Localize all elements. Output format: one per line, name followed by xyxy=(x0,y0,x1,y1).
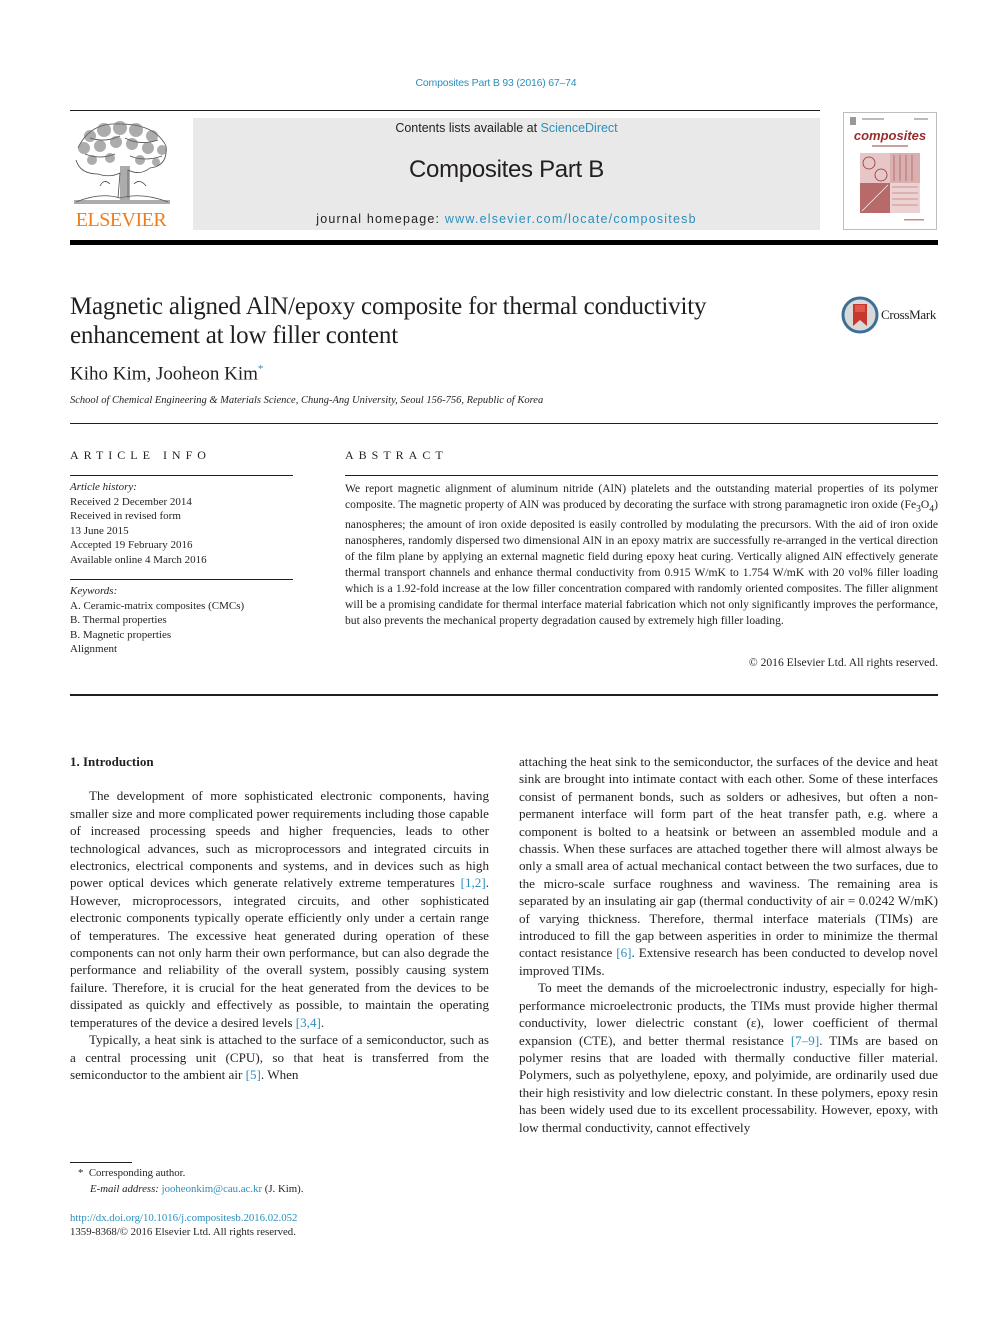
masthead-thick-rule xyxy=(70,240,938,245)
elsevier-logo[interactable]: ELSEVIER xyxy=(70,118,172,231)
journal-title: Composites Part B xyxy=(409,156,604,183)
email-link[interactable]: jooheonkim@cau.ac.kr xyxy=(162,1183,262,1195)
journal-cover-thumbnail[interactable]: composites xyxy=(843,112,937,230)
keyword-item: B. Thermal properties xyxy=(70,614,167,626)
svg-text:composites: composites xyxy=(854,128,926,143)
title-line-2: enhancement at low filler content xyxy=(70,322,398,349)
article-history: Article history: Received 2 December 201… xyxy=(70,480,207,567)
journal-cover-image: composites xyxy=(850,117,928,221)
history-item: Accepted 19 February 2016 xyxy=(70,539,193,551)
author-list: Kiho Kim, Jooheon Kim* xyxy=(70,363,263,385)
history-item: Available online 4 March 2016 xyxy=(70,553,207,566)
journal-masthead: Contents lists available at ScienceDirec… xyxy=(193,118,820,230)
history-label: Article history: xyxy=(70,481,137,493)
homepage-line: journal homepage: www.elsevier.com/locat… xyxy=(193,212,820,226)
title-line-1: Magnetic aligned AlN/epoxy composite for… xyxy=(70,293,707,320)
reference-link[interactable]: [3,4] xyxy=(296,1015,321,1030)
corresponding-author-mark[interactable]: * xyxy=(258,363,264,375)
abstract-copyright: © 2016 Elsevier Ltd. All rights reserved… xyxy=(748,656,938,669)
crossmark-label: CrossMark xyxy=(881,307,937,322)
keyword-item: Alignment xyxy=(70,643,118,655)
history-item: Received in revised form xyxy=(70,510,181,522)
divider xyxy=(70,423,938,424)
affiliation: School of Chemical Engineering & Materia… xyxy=(70,395,544,406)
paragraph: The development of more sophisticated el… xyxy=(70,787,489,1031)
contents-line: Contents lists available at ScienceDirec… xyxy=(193,121,820,135)
paragraph: To meet the demands of the microelectron… xyxy=(519,979,938,1136)
elsevier-wordmark: ELSEVIER xyxy=(75,209,167,231)
journal-citation[interactable]: Composites Part B 93 (2016) 67–74 xyxy=(0,77,992,89)
header-rule xyxy=(70,110,820,111)
homepage-prefix: journal homepage: xyxy=(316,212,445,226)
journal-homepage-link[interactable]: www.elsevier.com/locate/compositesb xyxy=(445,212,697,226)
history-item: Received 2 December 2014 xyxy=(70,495,192,508)
footnote-rule xyxy=(70,1162,132,1163)
body-column-left: 1. Introduction The development of more … xyxy=(70,753,489,1083)
divider xyxy=(345,475,938,476)
paragraph: attaching the heat sink to the semicondu… xyxy=(519,753,938,979)
body-column-right: attaching the heat sink to the semicondu… xyxy=(519,753,938,1136)
divider xyxy=(70,694,938,696)
paragraph-text: . However, microprocessors, integrated c… xyxy=(70,875,489,1030)
abstract-text: ) nanospheres; the amount of iron oxide … xyxy=(345,497,938,627)
paragraph-text: attaching the heat sink to the semicondu… xyxy=(519,754,938,961)
keywords: Keywords: A. Ceramic-matrix composites (… xyxy=(70,584,244,657)
email-suffix: (J. Kim). xyxy=(262,1182,304,1195)
issn-copyright: 1359-8368/© 2016 Elsevier Ltd. All right… xyxy=(70,1226,296,1238)
doi-link[interactable]: http://dx.doi.org/10.1016/j.compositesb.… xyxy=(70,1212,297,1224)
keyword-item: A. Ceramic-matrix composites (CMCs) xyxy=(70,599,245,612)
reference-link[interactable]: [7–9] xyxy=(791,1033,819,1048)
paragraph: Typically, a heat sink is attached to th… xyxy=(70,1031,489,1083)
authors-names: Kiho Kim, Jooheon Kim xyxy=(70,363,258,385)
reference-link[interactable]: [5] xyxy=(246,1067,261,1082)
reference-link[interactable]: [6] xyxy=(616,945,631,960)
history-item: 13 June 2015 xyxy=(70,524,129,537)
paragraph-text: The development of more sophisticated el… xyxy=(70,788,489,891)
crossmark-icon xyxy=(841,296,879,334)
footnote: * Corresponding author. E-mail address: … xyxy=(78,1166,303,1197)
keyword-item: B. Magnetic properties xyxy=(70,628,172,641)
paragraph-text: . When xyxy=(260,1066,299,1082)
paragraph-text: . xyxy=(320,1014,325,1030)
reference-link[interactable]: [1,2] xyxy=(461,875,486,890)
corresponding-author-label: Corresponding author. xyxy=(88,1167,186,1179)
divider xyxy=(70,579,293,580)
footnote-mark: * xyxy=(78,1167,84,1179)
elsevier-tree-icon xyxy=(74,121,170,204)
article-title: Magnetic aligned AlN/epoxy composite for… xyxy=(70,292,810,350)
divider xyxy=(70,475,293,476)
abstract-text: We report magnetic alignment of aluminum… xyxy=(345,482,938,511)
keywords-label: Keywords: xyxy=(70,585,118,597)
crossmark-button[interactable]: CrossMark xyxy=(841,296,941,334)
abstract-heading: ABSTRACT xyxy=(345,448,448,462)
contents-prefix: Contents lists available at xyxy=(395,121,541,135)
article-info-heading: ARTICLE INFO xyxy=(70,448,211,462)
abstract-body: We report magnetic alignment of aluminum… xyxy=(345,481,938,628)
sciencedirect-link[interactable]: ScienceDirect xyxy=(541,121,618,135)
section-heading-introduction: 1. Introduction xyxy=(70,754,154,769)
email-label: E-mail address: xyxy=(90,1182,159,1195)
